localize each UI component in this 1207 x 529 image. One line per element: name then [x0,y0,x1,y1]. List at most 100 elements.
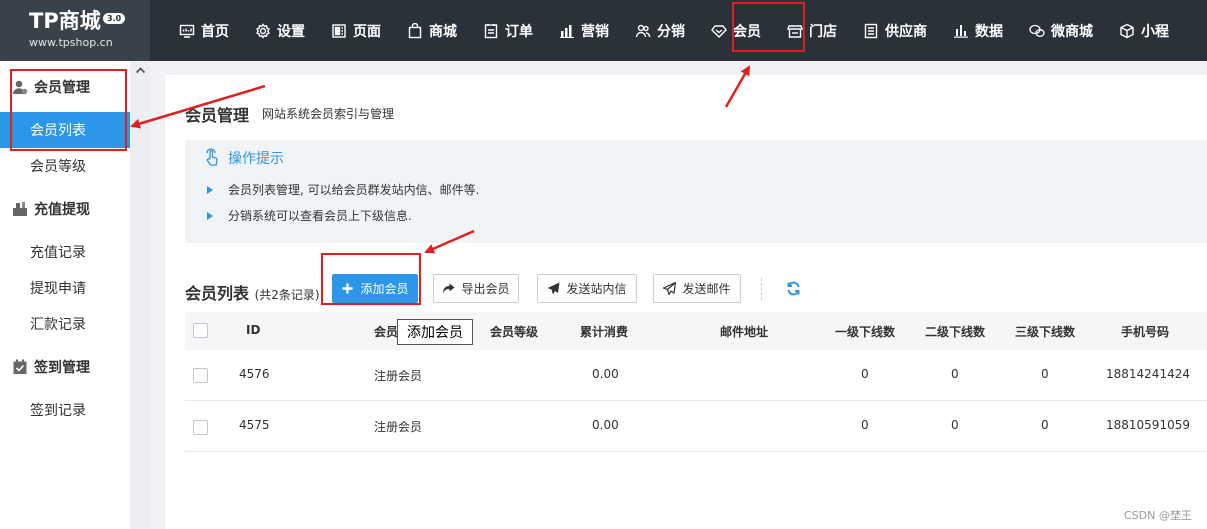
page-subtitle: 网站系统会员索引与管理 [262,107,395,121]
cell-level: 注册会员 [374,420,423,434]
sidebar-item-recharge-record[interactable]: 充值记录 [0,234,130,270]
nav-settings-label: 设置 [277,23,305,40]
tip-item: 分销系统可以查看会员上下级信息. [207,207,412,224]
list-title: 会员列表 (共2条记录) [185,280,320,304]
table-row[interactable]: 4575 注册会员 0.00 0 0 0 18810591059 [185,401,1207,452]
nav-marketing[interactable]: 营销 [546,0,622,61]
sidebar-item-withdraw-request[interactable]: 提现申请 [0,270,130,306]
sidebar-group-checkin[interactable]: 签到管理 [0,353,130,381]
highlight-box-sidebar [10,69,127,151]
operation-tips: 操作提示 会员列表管理, 可以给会员群发站内信、邮件等. 分销系统可以查看会员上… [185,140,1207,243]
nav-data-label: 数据 [975,23,1003,40]
page-icon [332,23,346,38]
checkin-icon [13,359,27,374]
page-title: 会员管理 [185,106,250,125]
sidebar-group-label: 签到管理 [34,360,90,376]
recharge-icon [13,202,27,216]
cell-phone: 18810591059 [1106,418,1190,432]
column-header-level[interactable]: 会员等级 [490,323,538,340]
sidebar-item-label: 汇款记录 [30,317,86,333]
send-site-message-button[interactable]: 发送站内信 [537,274,637,303]
sidebar-item-member-level[interactable]: 会员等级 [0,148,130,184]
cell-level3: 0 [1041,418,1049,432]
sidebar-group-label: 充值提现 [34,202,90,218]
nav-distribution[interactable]: 分销 [622,0,698,61]
cell-phone: 18814241424 [1106,367,1190,381]
highlight-box-member-nav [732,2,805,52]
diamond-icon [711,24,727,38]
cube-icon [1120,23,1134,38]
column-header-phone[interactable]: 手机号码 [1121,323,1169,340]
send-email-label: 发送邮件 [682,282,731,296]
nav-mall-label: 商城 [429,23,457,40]
nav-wechat-mall-label: 微商城 [1051,23,1093,40]
column-header-spent[interactable]: 累计消费 [580,323,628,340]
nav-mini-program[interactable]: 小程 [1106,0,1182,61]
export-member-label: 导出会员 [461,282,510,296]
column-header-email[interactable]: 邮件地址 [720,323,768,340]
tips-header[interactable]: 操作提示 [202,148,284,168]
sidebar-collapse-bar[interactable] [130,61,151,529]
refresh-icon[interactable] [786,281,801,296]
column-header-member[interactable]: 会员 [374,323,398,340]
nav-home[interactable]: 首页 [166,0,242,61]
nav-wechat-mall[interactable]: 微商城 [1016,0,1106,61]
row-checkbox[interactable] [193,420,208,435]
bar-chart-icon [560,24,574,38]
sidebar-item-label: 会员等级 [30,159,86,175]
table-row[interactable]: 4576 注册会员 0.00 0 0 0 18814241424 [185,350,1207,401]
logo-url: www.tpshop.cn [29,36,113,49]
nav-page-label: 页面 [353,23,381,40]
sidebar-item-label: 提现申请 [30,281,86,297]
nav-mini-program-label: 小程 [1141,23,1169,40]
tip-text: 分销系统可以查看会员上下级信息. [228,209,412,223]
nav-data[interactable]: 数据 [940,0,1016,61]
nav-mall[interactable]: 商城 [394,0,470,61]
triangle-bullet-icon [207,211,213,220]
nav-supplier-label: 供应商 [885,23,927,40]
tips-title: 操作提示 [228,151,284,167]
logo-name: TP商城 [29,9,101,33]
logo[interactable]: TP商城 3.0 www.tpshop.cn [0,0,150,61]
nav-page[interactable]: 页面 [318,0,394,61]
column-header-id[interactable]: ID [246,323,260,337]
cell-spent: 0.00 [592,367,619,381]
cell-level3: 0 [1041,367,1049,381]
cell-spent: 0.00 [592,418,619,432]
table-header: ID 会员 会员等级 累计消费 邮件地址 一级下线数 二级下线数 三级下线数 手… [185,312,1207,350]
send-email-button[interactable]: 发送邮件 [653,274,741,303]
bag-icon [408,22,422,38]
watermark: CSDN @埜王 [1124,509,1192,522]
send-site-message-label: 发送站内信 [566,282,627,296]
sidebar-group-recharge[interactable]: 充值提现 [0,195,130,223]
list-title-text: 会员列表 [185,284,250,303]
order-icon [484,23,498,38]
nav-distribution-label: 分销 [657,23,685,40]
nav-orders-label: 订单 [505,23,533,40]
export-member-button[interactable]: 导出会员 [433,274,519,303]
column-header-level1[interactable]: 一级下线数 [835,323,895,340]
column-header-level3[interactable]: 三级下线数 [1015,323,1075,340]
wechat-icon [1029,24,1045,37]
sidebar-item-checkin-record[interactable]: 签到记录 [0,392,130,428]
cell-id: 4575 [239,418,270,432]
sidebar-item-label: 签到记录 [30,403,86,419]
pointer-hand-icon [206,148,218,166]
nav-settings[interactable]: 设置 [242,0,318,61]
chevron-up-icon[interactable] [135,65,146,76]
share-arrow-icon [443,283,455,294]
nav-store-label: 门店 [809,23,837,40]
select-all-checkbox[interactable] [193,323,208,338]
tip-text: 会员列表管理, 可以给会员群发站内信、邮件等. [228,183,480,197]
highlight-box-add-button [321,253,421,305]
paper-plane-icon [547,282,560,295]
list-icon [864,23,878,38]
cell-level1: 0 [861,418,869,432]
column-header-level2[interactable]: 二级下线数 [925,323,985,340]
cell-id: 4576 [239,367,270,381]
nav-supplier[interactable]: 供应商 [850,0,940,61]
sidebar-item-remittance-record[interactable]: 汇款记录 [0,306,130,342]
row-checkbox[interactable] [193,368,208,383]
logo-version-badge: 3.0 [103,13,126,24]
nav-orders[interactable]: 订单 [470,0,546,61]
